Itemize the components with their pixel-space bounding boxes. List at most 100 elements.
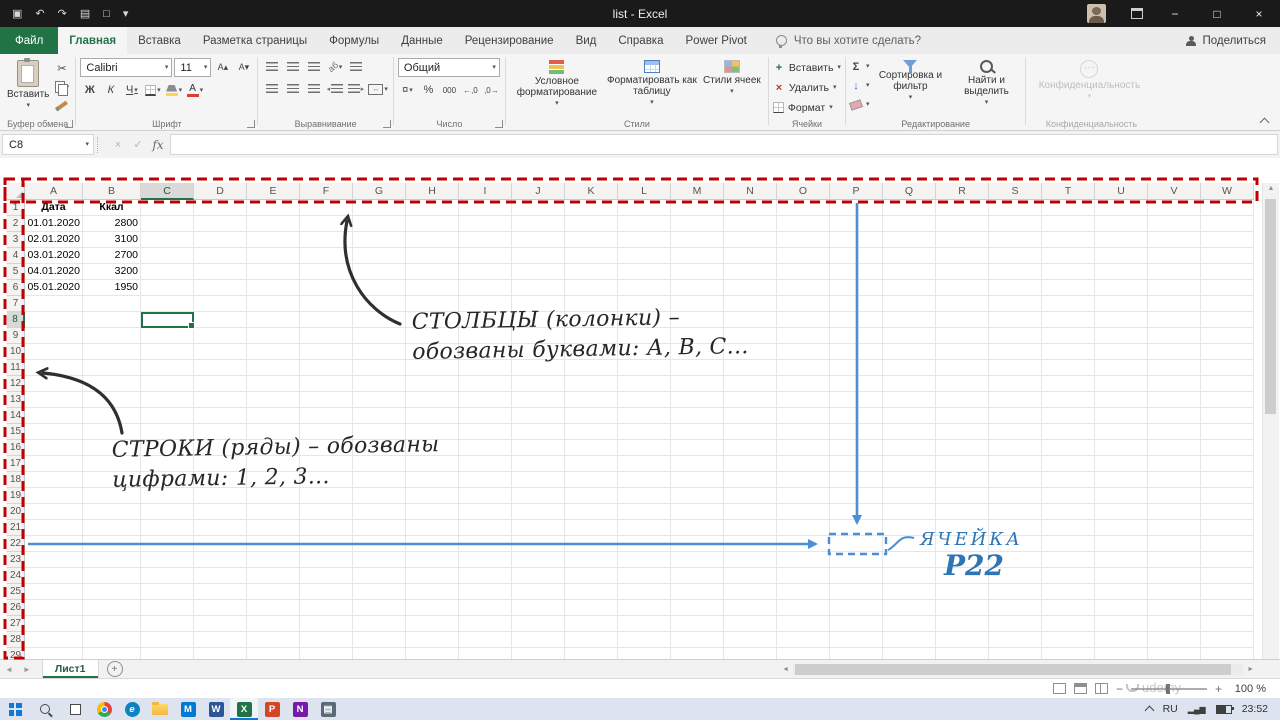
cell-T2[interactable] [1042,216,1095,232]
cell-W25[interactable] [1201,584,1254,600]
cell-N3[interactable] [724,232,777,248]
cell-G12[interactable] [353,376,406,392]
cell-L27[interactable] [618,616,671,632]
cell-S4[interactable] [989,248,1042,264]
cell-D10[interactable] [194,344,247,360]
sheet-nav-right-icon[interactable]: ► [18,665,36,674]
cell-J18[interactable] [512,472,565,488]
cell-K27[interactable] [565,616,618,632]
cell-W20[interactable] [1201,504,1254,520]
cell-V16[interactable] [1148,440,1201,456]
cell-J23[interactable] [512,552,565,568]
cell-E5[interactable] [247,264,300,280]
cell-F29[interactable] [300,648,353,659]
cell-O21[interactable] [777,520,830,536]
cell-U24[interactable] [1095,568,1148,584]
cell-P17[interactable] [830,456,883,472]
view-page-break-button[interactable] [1094,683,1108,694]
cell-Q3[interactable] [883,232,936,248]
cell-Q12[interactable] [883,376,936,392]
borders-button[interactable]: ▾ [143,81,162,99]
cell-G24[interactable] [353,568,406,584]
cell-W26[interactable] [1201,600,1254,616]
cell-J13[interactable] [512,392,565,408]
cell-B4[interactable]: 2700 [83,248,141,264]
cell-A22[interactable] [25,536,83,552]
cell-G7[interactable] [353,296,406,312]
cell-P4[interactable] [830,248,883,264]
cell-C28[interactable] [141,632,194,648]
cell-H26[interactable] [406,600,459,616]
cell-I2[interactable] [459,216,512,232]
align-center-button[interactable] [283,80,302,98]
cell-W15[interactable] [1201,424,1254,440]
cell-J19[interactable] [512,488,565,504]
cell-T4[interactable] [1042,248,1095,264]
ribbon-tab-home[interactable]: Главная [58,27,128,54]
cell-K20[interactable] [565,504,618,520]
cell-G13[interactable] [353,392,406,408]
cell-M19[interactable] [671,488,724,504]
cell-E21[interactable] [247,520,300,536]
cell-O20[interactable] [777,504,830,520]
cell-A5[interactable]: 04.01.2020 [25,264,83,280]
privacy-button[interactable]: Конфиденциальность ▾ [1030,56,1148,104]
ribbon-tab-insert[interactable]: Вставка [127,27,192,54]
cell-I16[interactable] [459,440,512,456]
cell-T5[interactable] [1042,264,1095,280]
align-middle-button[interactable] [283,58,302,76]
select-all-corner[interactable] [7,183,25,200]
cell-V22[interactable] [1148,536,1201,552]
cell-U19[interactable] [1095,488,1148,504]
name-box[interactable]: C8 ▾ [2,134,94,155]
cell-C26[interactable] [141,600,194,616]
ribbon-tab-page-layout[interactable]: Разметка страницы [192,27,318,54]
cell-H29[interactable] [406,648,459,659]
row-header-20[interactable]: 20 [7,504,25,520]
cell-O26[interactable] [777,600,830,616]
cell-R18[interactable] [936,472,989,488]
cell-E3[interactable] [247,232,300,248]
cell-W27[interactable] [1201,616,1254,632]
cell-T20[interactable] [1042,504,1095,520]
cell-U21[interactable] [1095,520,1148,536]
cell-Q27[interactable] [883,616,936,632]
cell-M14[interactable] [671,408,724,424]
enter-button[interactable]: ✓ [128,138,148,151]
row-header-13[interactable]: 13 [7,392,25,408]
cell-L29[interactable] [618,648,671,659]
cell-C20[interactable] [141,504,194,520]
cell-V11[interactable] [1148,360,1201,376]
ribbon-tab-help[interactable]: Справка [607,27,674,54]
cell-N24[interactable] [724,568,777,584]
undo-icon[interactable]: ↶ [35,7,44,20]
cell-J4[interactable] [512,248,565,264]
cell-G22[interactable] [353,536,406,552]
delete-cells-button[interactable]: × Удалить ▾ [773,78,841,97]
cell-B7[interactable] [83,296,141,312]
row-header-10[interactable]: 10 [7,344,25,360]
cell-O27[interactable] [777,616,830,632]
cell-C21[interactable] [141,520,194,536]
taskbar-mail[interactable]: M [174,698,202,720]
cell-R19[interactable] [936,488,989,504]
cell-B3[interactable]: 3100 [83,232,141,248]
column-header-O[interactable]: O [777,183,830,200]
cell-N16[interactable] [724,440,777,456]
cell-K13[interactable] [565,392,618,408]
cell-L20[interactable] [618,504,671,520]
decrease-decimal-button[interactable]: ,0→ [482,81,501,99]
task-view-button[interactable] [60,698,90,720]
taskbar-chrome[interactable] [90,698,118,720]
taskbar-notepad[interactable]: ▤ [314,698,342,720]
cell-N6[interactable] [724,280,777,296]
taskbar-powerpoint[interactable]: P [258,698,286,720]
row-header-24[interactable]: 24 [7,568,25,584]
cell-A23[interactable] [25,552,83,568]
cell-O25[interactable] [777,584,830,600]
row-header-7[interactable]: 7 [7,296,25,312]
cell-O19[interactable] [777,488,830,504]
cell-Q17[interactable] [883,456,936,472]
cell-S27[interactable] [989,616,1042,632]
cell-H3[interactable] [406,232,459,248]
